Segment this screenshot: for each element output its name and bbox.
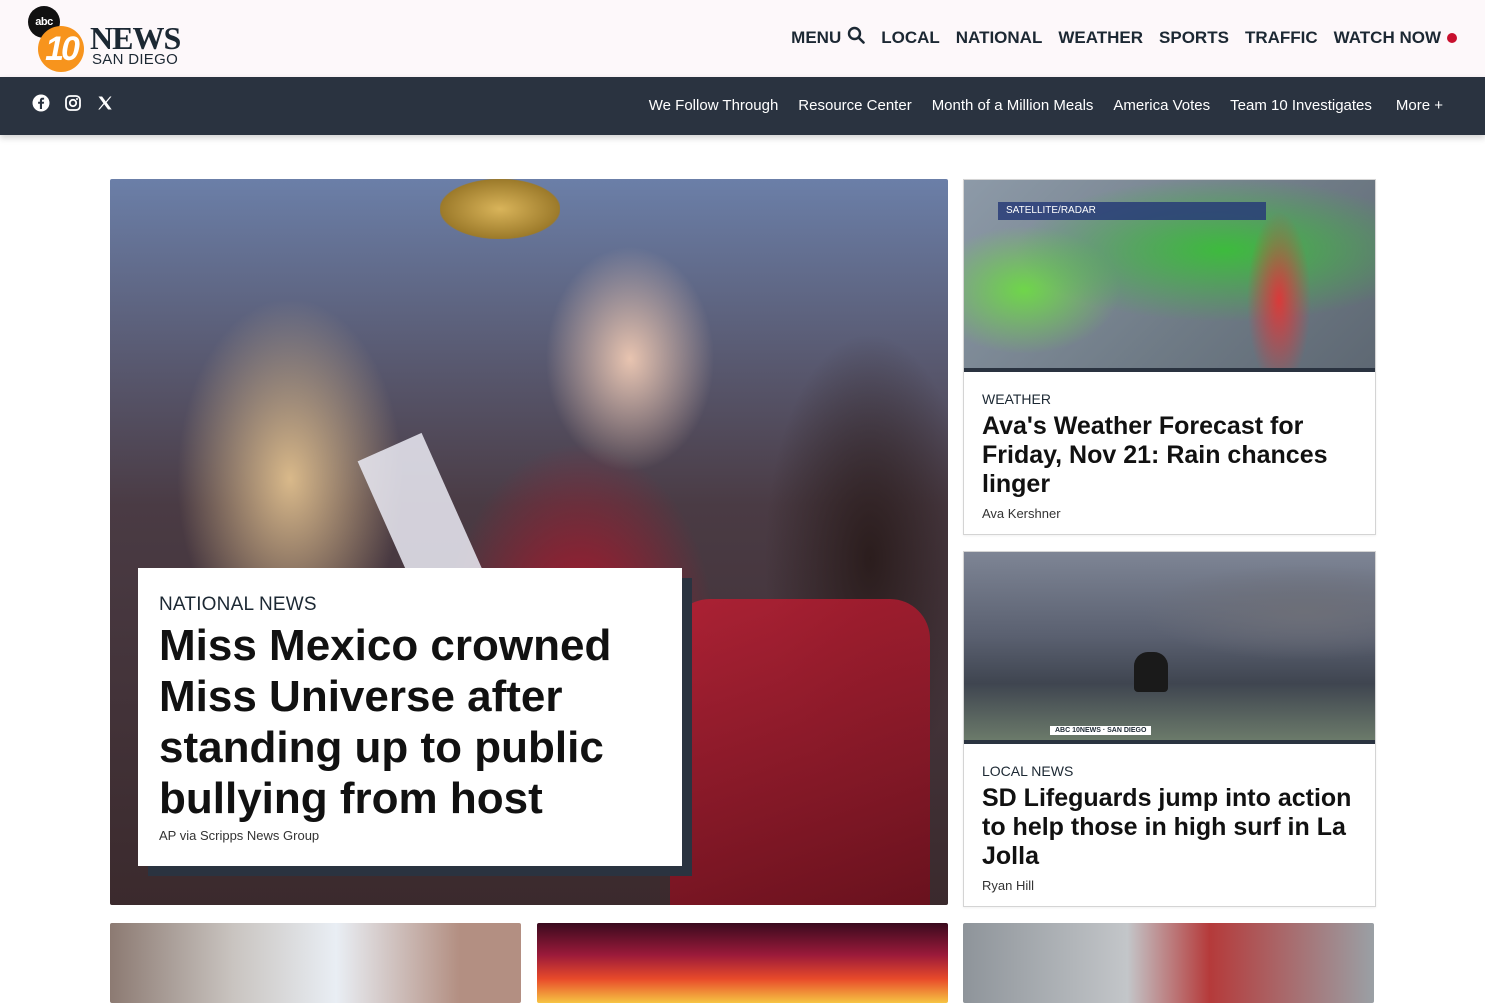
site-logo[interactable]: abc 10 NEWS SAN DIEGO (28, 6, 188, 74)
nav-sports[interactable]: SPORTS (1159, 28, 1229, 48)
story-thumbnail-bottom-3[interactable] (963, 923, 1374, 1003)
subnav-million-meals[interactable]: Month of a Million Meals (932, 97, 1094, 114)
nav-watch-now[interactable]: WATCH NOW (1334, 28, 1457, 48)
story-thumbnail[interactable]: ABC 10NEWS · SAN DIEGO (964, 552, 1375, 744)
x-icon[interactable] (96, 94, 114, 112)
nav-national[interactable]: NATIONAL (956, 28, 1043, 48)
story-headline[interactable]: Ava's Weather Forecast for Friday, Nov 2… (982, 412, 1362, 499)
hero-image-figure (670, 599, 930, 905)
hero-story[interactable]: NATIONAL NEWS Miss Mexico crowned Miss U… (110, 179, 948, 905)
subnav-we-follow-through[interactable]: We Follow Through (649, 97, 779, 114)
secondary-nav-bar: We Follow Through Resource Center Month … (0, 77, 1485, 135)
story-thumbnail-bottom-2[interactable] (537, 923, 948, 1003)
subnav-resource-center[interactable]: Resource Center (798, 97, 911, 114)
nav-traffic[interactable]: TRAFFIC (1245, 28, 1318, 48)
story-category[interactable]: LOCAL NEWS (982, 763, 1073, 779)
nav-weather[interactable]: WEATHER (1058, 28, 1143, 48)
menu-label: MENU (791, 27, 842, 47)
story-card-weather[interactable]: SATELLITE/RADAR WEATHER Ava's Weather Fo… (963, 179, 1376, 535)
nav-local[interactable]: LOCAL (881, 28, 940, 48)
hero-story-card[interactable]: NATIONAL NEWS Miss Mexico crowned Miss U… (138, 568, 682, 866)
story-card-lifeguards[interactable]: ABC 10NEWS · SAN DIEGO LOCAL NEWS SD Lif… (963, 551, 1376, 907)
hero-image-crown (440, 179, 560, 239)
site-header: abc 10 NEWS SAN DIEGO MENU LOCAL NATIONA… (0, 0, 1485, 77)
subnav-more-button[interactable]: More + (1396, 97, 1443, 114)
story-thumbnail-bottom-1[interactable] (110, 923, 521, 1003)
logo-city-text: SAN DIEGO (92, 51, 179, 68)
thumbnail-figure (1134, 652, 1168, 692)
social-links (32, 94, 114, 112)
main-nav: MENU LOCAL NATIONAL WEATHER SPORTS TRAFF… (791, 26, 1457, 49)
subnav-team-10-investigates[interactable]: Team 10 Investigates (1230, 97, 1372, 114)
ten-logo-mark: 10 (38, 26, 84, 72)
story-byline: Ryan Hill (982, 878, 1035, 893)
story-category[interactable]: WEATHER (982, 391, 1051, 407)
facebook-icon[interactable] (32, 94, 50, 112)
search-icon[interactable] (847, 26, 866, 49)
subnav-america-votes[interactable]: America Votes (1113, 97, 1210, 114)
story-headline[interactable]: SD Lifeguards jump into action to help t… (982, 784, 1362, 871)
hero-category[interactable]: NATIONAL NEWS (159, 594, 317, 616)
radar-overlay-label: SATELLITE/RADAR (998, 202, 1266, 220)
menu-button[interactable]: MENU (791, 26, 866, 49)
hero-byline: AP via Scripps News Group (159, 828, 320, 843)
secondary-nav: We Follow Through Resource Center Month … (649, 97, 1443, 114)
story-thumbnail[interactable]: SATELLITE/RADAR (964, 180, 1375, 372)
story-byline: Ava Kershner (982, 506, 1061, 521)
instagram-icon[interactable] (64, 94, 82, 112)
tv-station-tag: ABC 10NEWS · SAN DIEGO (1050, 726, 1152, 735)
hero-headline[interactable]: Miss Mexico crowned Miss Universe after … (159, 620, 659, 824)
watch-now-label: WATCH NOW (1333, 27, 1441, 47)
live-dot-icon (1447, 32, 1457, 43)
